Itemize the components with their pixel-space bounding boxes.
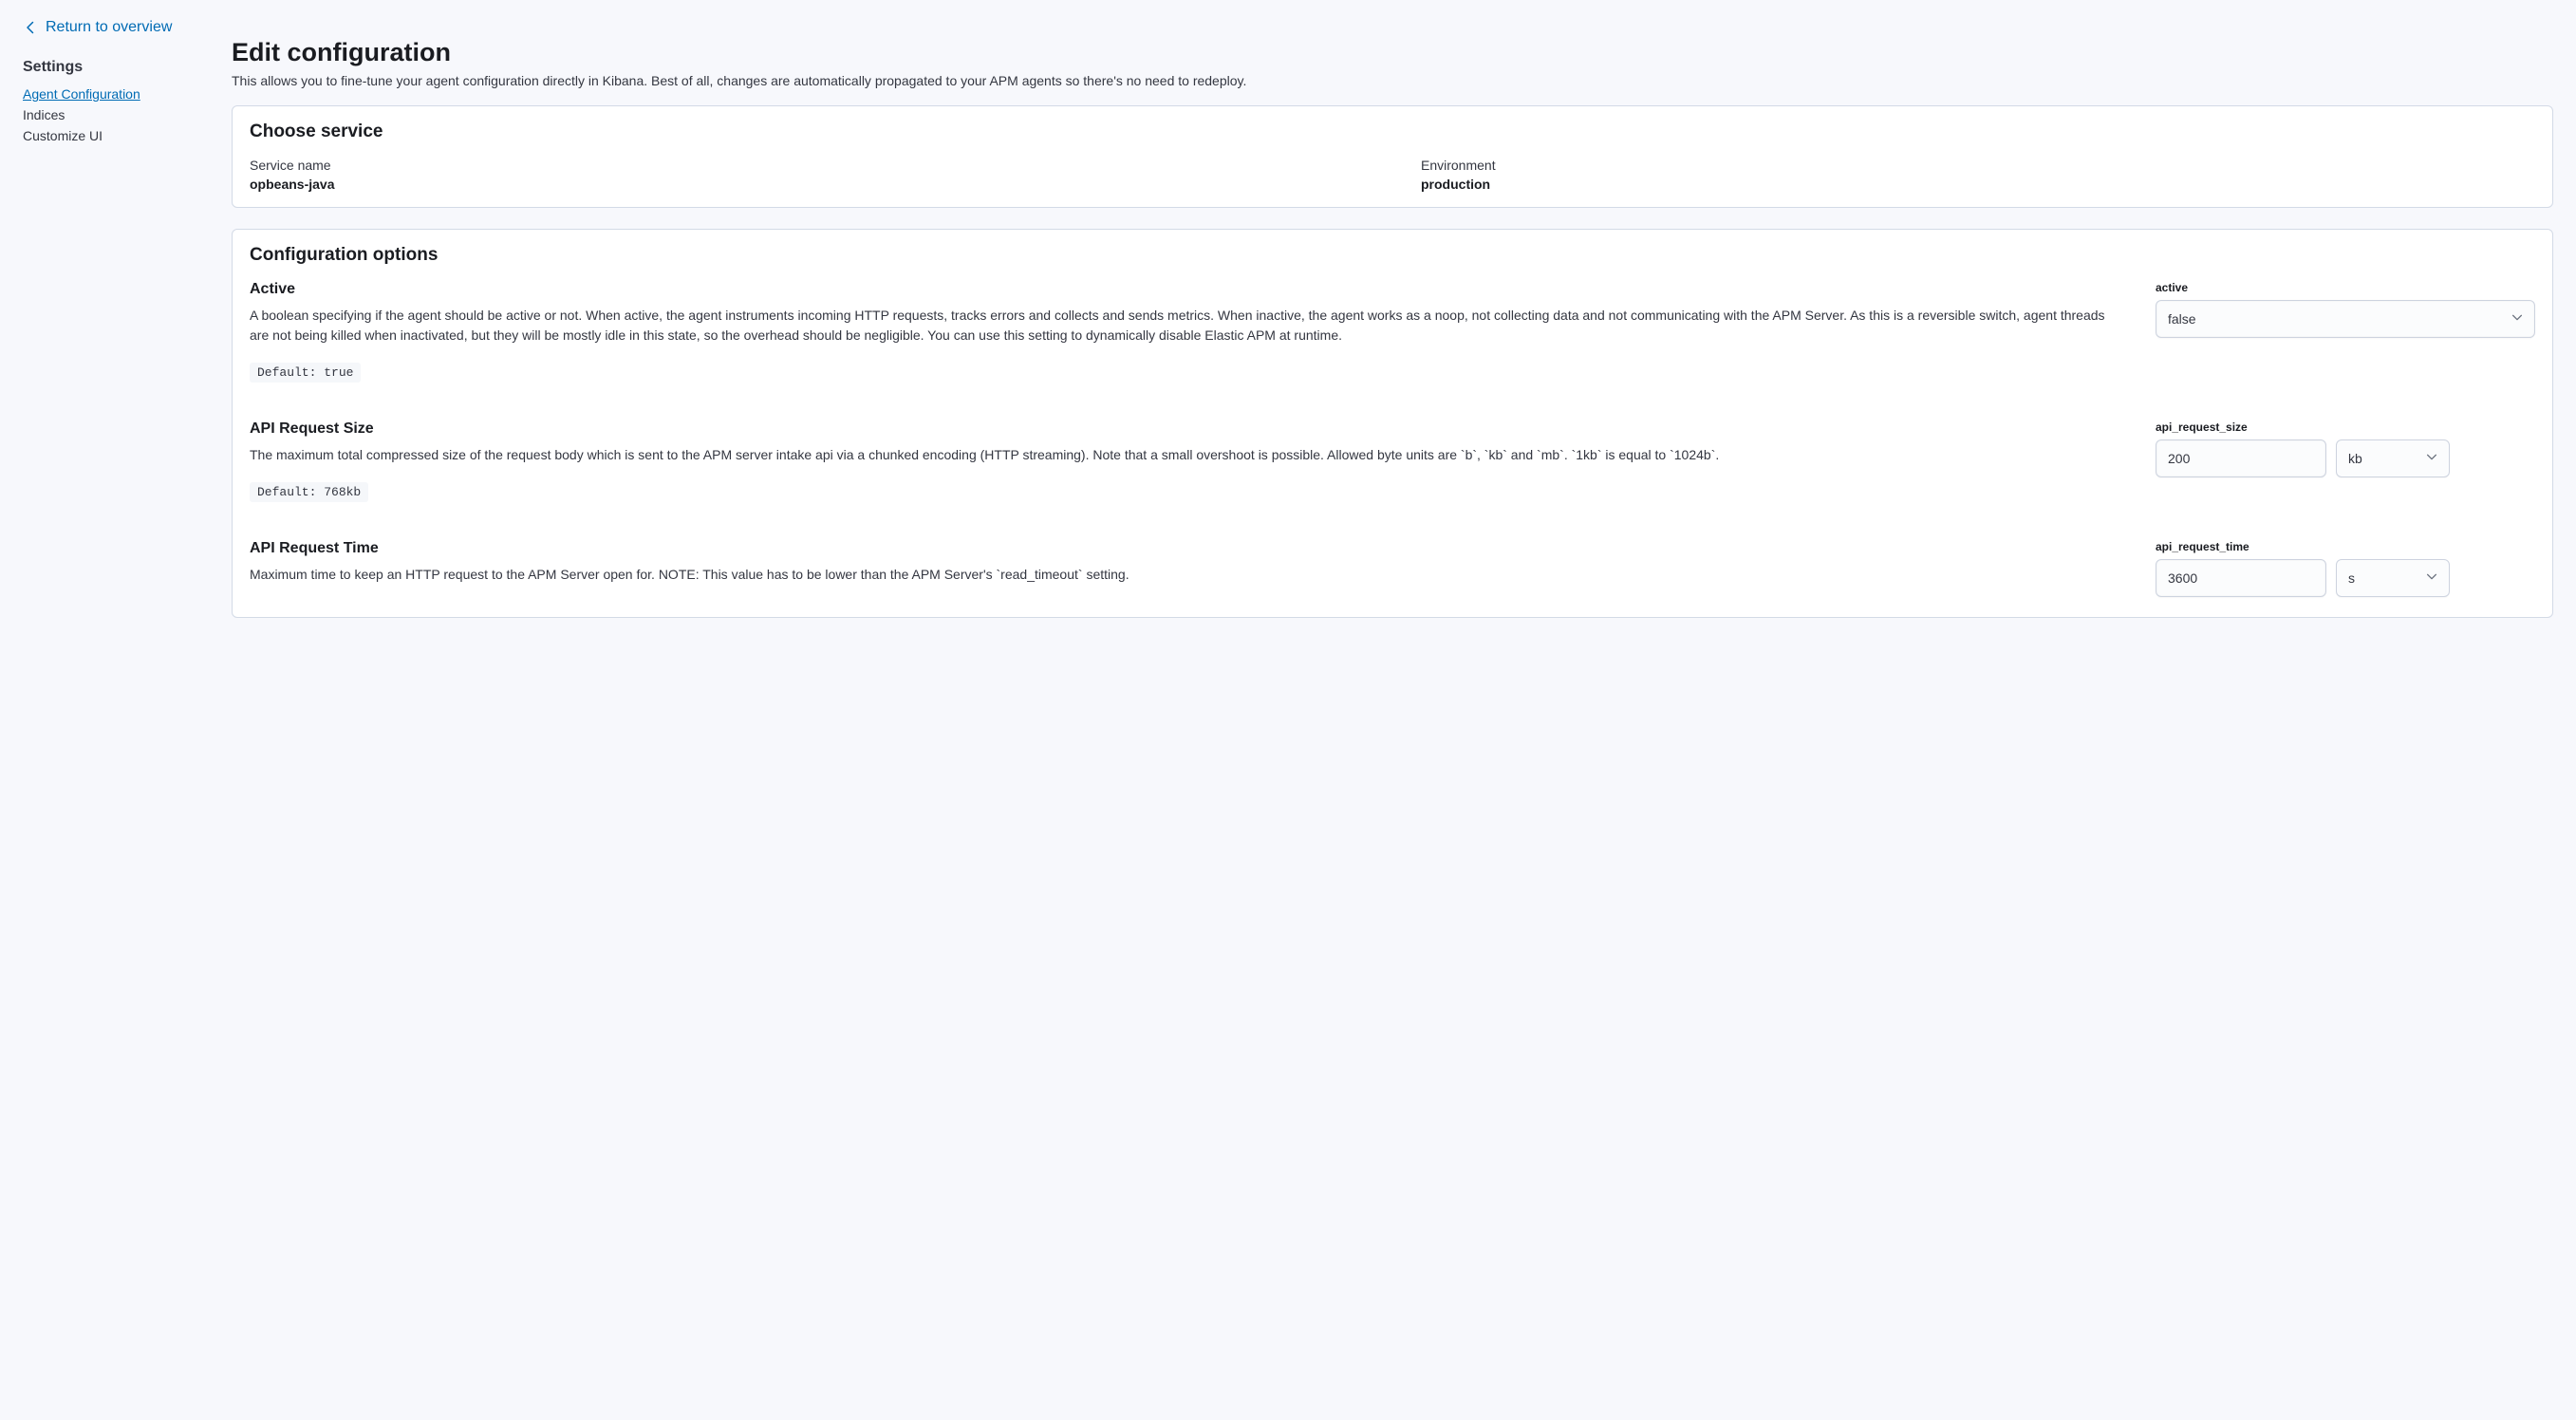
page-title: Edit configuration	[232, 38, 2553, 67]
sidebar-heading: Settings	[23, 59, 186, 76]
config-option-api-request-size: API Request Size The maximum total compr…	[250, 420, 2535, 502]
config-title-api-request-time: API Request Time	[250, 540, 2118, 557]
api-request-size-input[interactable]	[2156, 439, 2326, 477]
environment-block: Environment production	[1421, 158, 2535, 192]
config-option-active: Active A boolean specifying if the agent…	[250, 281, 2535, 383]
back-link[interactable]: Return to overview	[23, 19, 186, 36]
api-request-size-unit-select[interactable]: kb	[2336, 439, 2450, 477]
config-default-active: Default: true	[250, 363, 361, 383]
config-option-api-request-time: API Request Time Maximum time to keep an…	[250, 540, 2535, 602]
config-desc-api-request-time: Maximum time to keep an HTTP request to …	[250, 565, 2118, 585]
config-desc-api-request-size: The maximum total compressed size of the…	[250, 445, 2118, 465]
config-desc-active: A boolean specifying if the agent should…	[250, 306, 2118, 346]
sidebar-item-customize-ui[interactable]: Customize UI	[23, 125, 186, 146]
sidebar-item-indices[interactable]: Indices	[23, 104, 186, 125]
api-request-time-unit-select[interactable]: s	[2336, 559, 2450, 597]
page-subtitle: This allows you to fine-tune your agent …	[232, 73, 2553, 88]
api-request-time-input[interactable]	[2156, 559, 2326, 597]
service-name-block: Service name opbeans-java	[250, 158, 1364, 192]
service-name-label: Service name	[250, 158, 1364, 173]
sidebar: Return to overview Settings Agent Config…	[0, 0, 209, 662]
back-link-label: Return to overview	[46, 19, 172, 36]
config-default-api-request-size: Default: 768kb	[250, 482, 368, 502]
sidebar-items: Agent Configuration Indices Customize UI	[23, 84, 186, 146]
field-label-api-request-size: api_request_size	[2156, 420, 2535, 434]
active-select[interactable]: false	[2156, 300, 2535, 338]
config-title-api-request-size: API Request Size	[250, 420, 2118, 438]
service-name-value: opbeans-java	[250, 177, 1364, 192]
config-title-active: Active	[250, 281, 2118, 298]
choose-service-panel: Choose service Service name opbeans-java…	[232, 105, 2553, 208]
configuration-options-panel: Configuration options Active A boolean s…	[232, 229, 2553, 618]
main-content: Edit configuration This allows you to fi…	[209, 0, 2576, 662]
choose-service-title: Choose service	[250, 121, 2535, 142]
configuration-options-title: Configuration options	[250, 245, 2535, 266]
sidebar-item-agent-configuration[interactable]: Agent Configuration	[23, 84, 186, 104]
chevron-left-icon	[23, 20, 38, 35]
field-label-active: active	[2156, 281, 2535, 294]
field-label-api-request-time: api_request_time	[2156, 540, 2535, 553]
environment-value: production	[1421, 177, 2535, 192]
environment-label: Environment	[1421, 158, 2535, 173]
